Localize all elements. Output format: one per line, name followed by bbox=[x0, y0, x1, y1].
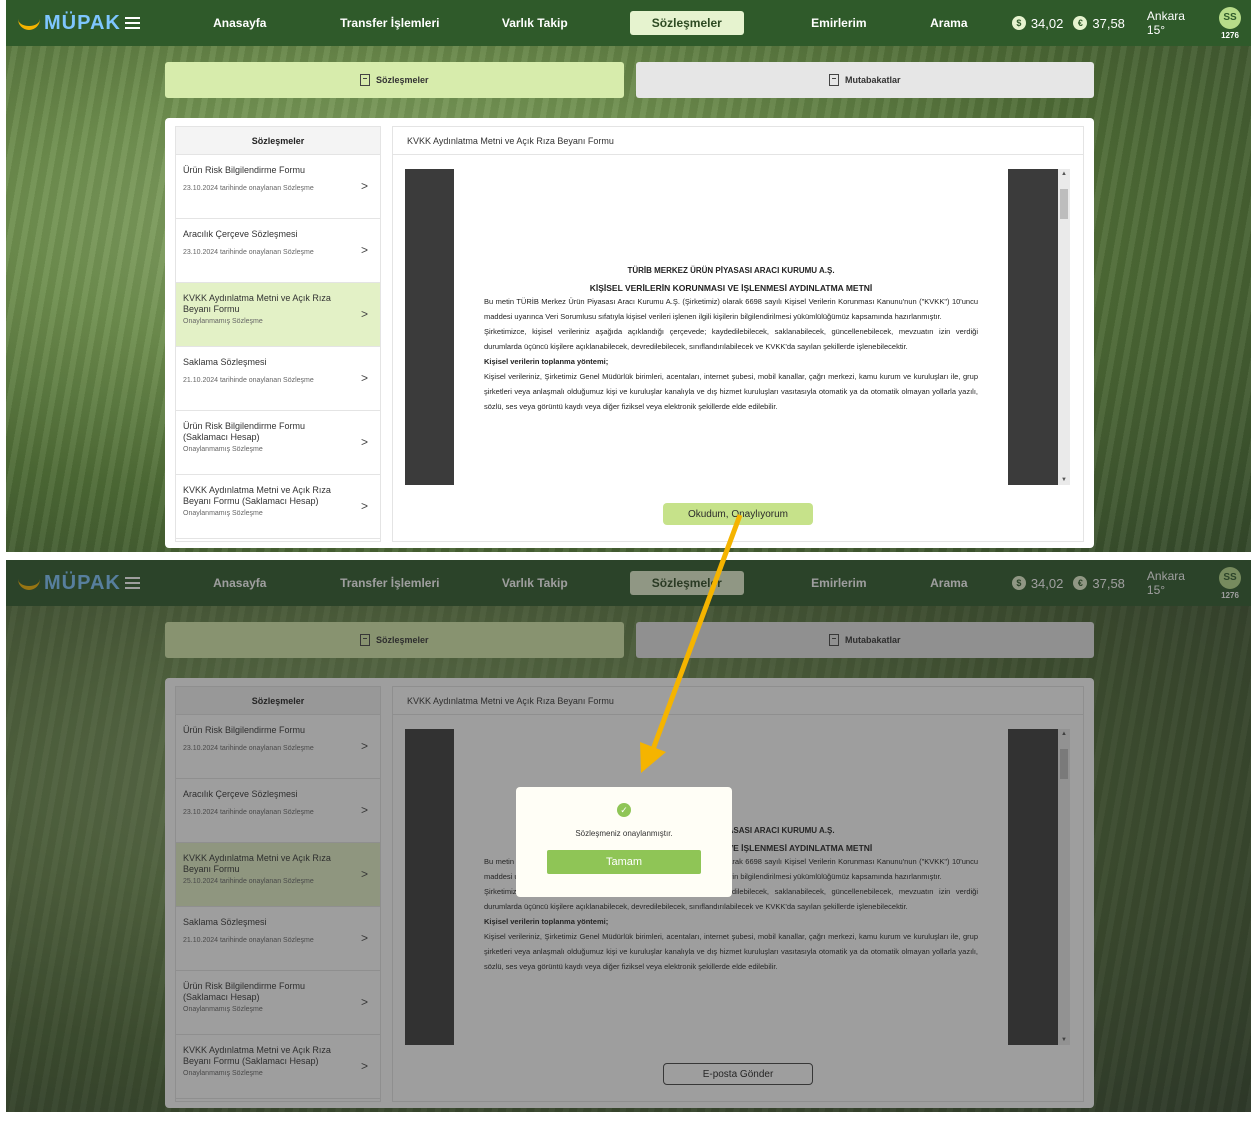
sidebar-title: Sözleşmeler bbox=[176, 127, 380, 155]
tab-reconciliations[interactable]: Mutabakatlar bbox=[635, 62, 1094, 98]
sidebar-item[interactable]: Saklama Sözleşmesi 21.10.2024 tarihinde o… bbox=[176, 347, 380, 411]
nav-orders[interactable]: Emirlerim bbox=[784, 16, 894, 30]
weather: Ankara 15° bbox=[1146, 9, 1185, 37]
sidebar-item-selected[interactable]: KVKK Aydınlatma Metni ve Açık Rıza Beyan… bbox=[176, 283, 380, 347]
nav-transfer[interactable]: Transfer İşlemleri bbox=[300, 16, 480, 30]
nav-search[interactable]: Arama bbox=[894, 16, 1004, 30]
scroll-down-icon[interactable]: ▼ bbox=[1058, 477, 1070, 483]
sidebar-item[interactable]: KVKK Aydınlatma Metni ve Açık Rıza Beyan… bbox=[176, 475, 380, 539]
sidebar-item[interactable]: Aracılık Çerçeve Sözleşmesi 23.10.2024 ta… bbox=[176, 219, 380, 283]
document-panel: KVKK Aydınlatma Metni ve Açık Rıza Beyan… bbox=[392, 126, 1084, 542]
nav-contracts[interactable]: Sözleşmeler bbox=[629, 11, 744, 35]
screen-before: MÜPAK Anasayfa Transfer İşlemleri Varlık… bbox=[6, 0, 1251, 552]
chevron-right-icon: > bbox=[360, 435, 368, 449]
doc-heading: TÜRİB MERKEZ ÜRÜN PİYASASI ARACI KURUMU … bbox=[627, 266, 835, 275]
document-page: TÜRİB MERKEZ ÜRÜN PİYASASI ARACI KURUMU … bbox=[454, 169, 1008, 485]
document-icon bbox=[828, 74, 839, 86]
euro-icon: € bbox=[1073, 16, 1088, 30]
modal-message: Sözleşmeniz onaylanmıştır. bbox=[575, 829, 673, 838]
logo-mark-icon bbox=[18, 16, 40, 30]
quote-usd: $34,02 bbox=[1011, 16, 1063, 31]
approve-button[interactable]: Okudum, Onaylıyorum bbox=[663, 503, 813, 525]
contracts-card: Sözleşmeler Ürün Risk Bilgilendirme Form… bbox=[165, 118, 1094, 548]
nav-home[interactable]: Anasayfa bbox=[180, 16, 300, 30]
scroll-thumb[interactable] bbox=[1060, 189, 1068, 219]
nav-assets[interactable]: Varlık Takip bbox=[480, 16, 590, 30]
document-icon bbox=[359, 74, 370, 86]
pdf-viewer[interactable]: TÜRİB MERKEZ ÜRÜN PİYASASI ARACI KURUMU … bbox=[405, 169, 1070, 485]
check-icon: ✓ bbox=[617, 803, 631, 817]
modal-ok-button[interactable]: Tamam bbox=[547, 850, 701, 874]
dollar-icon: $ bbox=[1011, 16, 1026, 30]
logo: MÜPAK bbox=[6, 12, 125, 35]
section-tabs: Sözleşmeler Mutabakatlar bbox=[165, 62, 1094, 98]
scroll-up-icon[interactable]: ▲ bbox=[1058, 171, 1070, 177]
main-nav: Anasayfa Transfer İşlemleri Varlık Takip… bbox=[180, 11, 1004, 35]
chevron-right-icon: > bbox=[360, 499, 368, 513]
chevron-right-icon: > bbox=[360, 179, 368, 193]
chevron-right-icon: > bbox=[360, 371, 368, 385]
screen-after: MÜPAK Anasayfa Transfer İşlemleri Varlık… bbox=[6, 560, 1251, 1112]
quote-euro: €37,58 bbox=[1073, 16, 1125, 31]
chevron-right-icon: > bbox=[360, 243, 368, 257]
sidebar-item[interactable]: Ürün Risk Bilgilendirme Formu 23.10.2024 … bbox=[176, 155, 380, 219]
tab-contracts[interactable]: Sözleşmeler bbox=[165, 62, 624, 98]
doc-paragraph: Şirketimizce, kişisel verileriniz aşağıd… bbox=[484, 327, 978, 351]
doc-section-heading: Kişisel verilerin toplanma yöntemi; bbox=[484, 357, 609, 366]
success-modal: ✓ Sözleşmeniz onaylanmıştır. Tamam bbox=[516, 787, 732, 897]
top-navbar: MÜPAK Anasayfa Transfer İşlemleri Varlık… bbox=[6, 0, 1251, 46]
document-panel-title: KVKK Aydınlatma Metni ve Açık Rıza Beyan… bbox=[393, 127, 1083, 155]
doc-subheading: KİŞİSEL VERİLERİN KORUNMASI VE İŞLENMESİ… bbox=[589, 283, 873, 293]
hamburger-menu-icon[interactable] bbox=[125, 17, 140, 29]
sidebar-item[interactable]: Ürün Risk Bilgilendirme Formu (Saklamacı… bbox=[176, 411, 380, 475]
chevron-right-icon: > bbox=[360, 307, 368, 321]
doc-paragraph: Bu metin TÜRİB Merkez Ürün Piyasası Arac… bbox=[484, 297, 978, 321]
scrollbar[interactable]: ▲ ▼ bbox=[1058, 169, 1070, 485]
doc-paragraph: Kişisel verileriniz, Şirketimiz Genel Mü… bbox=[484, 372, 978, 411]
contracts-sidebar: Sözleşmeler Ürün Risk Bilgilendirme Form… bbox=[175, 126, 381, 542]
avatar[interactable]: SS 1276 bbox=[1219, 6, 1241, 40]
